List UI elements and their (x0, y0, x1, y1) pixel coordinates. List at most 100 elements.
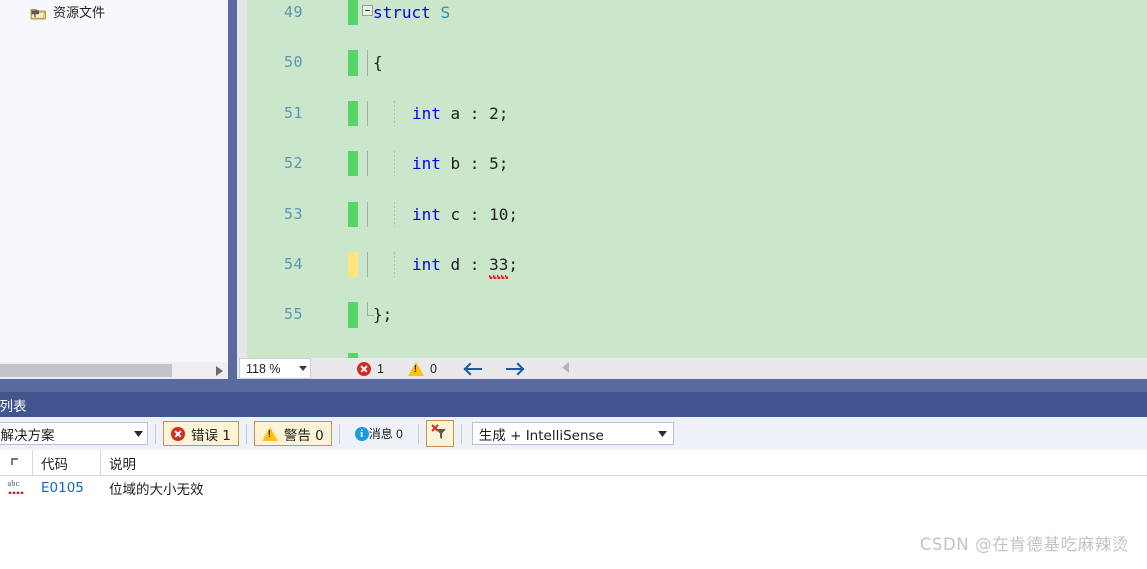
solution-explorer-panel: 资源文件 (0, 0, 228, 362)
error-list-toolbar: 个解决方案 错误 1 警告 0 消息 0 (0, 417, 1147, 450)
column-header-description[interactable]: 说明 (101, 450, 861, 475)
tree-node-label: 资源文件 (53, 6, 106, 21)
editor-indicator-margin (237, 0, 247, 358)
block-guide-line (367, 100, 368, 126)
toolbar-separator (155, 423, 156, 444)
toolbar-separator (460, 423, 462, 444)
error-circle-icon (357, 361, 371, 376)
code-text: int c : 10; (412, 204, 518, 224)
error-count-value: 1 (377, 361, 384, 376)
panel-splitter[interactable] (228, 0, 237, 379)
status-error-count[interactable]: 1 (357, 361, 384, 376)
code-editor[interactable]: 49 struct S 50 { 51 int a : 2; 52 int b … (247, 0, 1147, 358)
error-list-panel: 误列表 个解决方案 错误 1 警告 0 消息 0 (0, 392, 1147, 521)
code-text: }; (373, 305, 393, 325)
code-line[interactable]: 50 { (247, 50, 1147, 76)
code-line[interactable]: 55 }; (247, 302, 1147, 328)
code-line[interactable]: 54 int d : 33; (247, 251, 1147, 280)
change-bar (348, 100, 358, 126)
info-circle-icon (354, 426, 369, 441)
indent-guide-line (394, 201, 395, 227)
intellisense-squiggle-icon: abc (7, 479, 27, 496)
sort-marker-icon (11, 457, 18, 465)
indent-guide-line (394, 251, 395, 278)
clear-filter-button[interactable] (425, 420, 454, 447)
clear-filter-icon (431, 423, 448, 444)
block-guide-line (367, 251, 368, 278)
block-guide-line (367, 302, 368, 317)
change-bar (348, 151, 358, 177)
toggle-messages-label: 消息 0 (368, 427, 403, 441)
toggle-errors-label: 错误 1 (191, 427, 231, 444)
line-number: 51 (283, 103, 303, 122)
navigate-backward-button[interactable] (461, 361, 483, 377)
indent-guide-line (394, 151, 395, 177)
scope-filter-value: 个解决方案 (0, 427, 55, 444)
change-bar (348, 201, 358, 227)
code-line[interactable]: 52 int b : 5; (247, 151, 1147, 177)
row-code[interactable]: E0105 (33, 475, 101, 500)
toolbar-separator (417, 423, 419, 444)
zoom-level-value: 118 % (246, 361, 281, 376)
build-filter-dropdown[interactable]: 生成 + IntelliSense (471, 422, 674, 445)
column-header-code[interactable]: 代码 (33, 450, 101, 475)
chevron-down-icon[interactable] (296, 366, 310, 371)
column-header-marker[interactable] (0, 450, 33, 475)
panel-title-text: 误列表 (0, 398, 27, 415)
triangle-left-icon[interactable] (561, 361, 570, 376)
error-list-title-bar: 误列表 (0, 392, 1147, 417)
solution-tree: 资源文件 (0, 0, 228, 25)
warning-triangle-icon (261, 426, 278, 441)
error-table-header: 代码 说明 (0, 450, 1147, 476)
triangle-right-icon[interactable] (211, 362, 228, 379)
chevron-down-icon[interactable] (653, 430, 673, 437)
code-text: int d : 33; (412, 252, 518, 280)
line-number: 50 (283, 53, 303, 72)
line-number: 55 (283, 305, 303, 324)
toggle-messages-button[interactable]: 消息 0 (347, 421, 411, 446)
block-guide-line (367, 201, 368, 227)
tree-node-resource-files[interactable]: 资源文件 (0, 3, 228, 25)
warning-triangle-icon (407, 361, 424, 376)
zoom-level-selector[interactable]: 118 % (239, 358, 311, 379)
code-text: int b : 5; (412, 154, 509, 174)
scope-filter-dropdown[interactable]: 个解决方案 (0, 422, 148, 445)
scrollbar-thumb[interactable] (0, 364, 172, 377)
code-text: int a : 2; (412, 103, 509, 123)
change-bar (348, 50, 358, 76)
toolbar-separator (245, 423, 247, 444)
code-line[interactable]: 51 int a : 2; (247, 100, 1147, 126)
toolbar-separator (338, 423, 340, 444)
toggle-errors-button[interactable]: 错误 1 (163, 421, 239, 446)
row-description: 位域的大小无效 (109, 481, 204, 498)
code-lines-container: 49 struct S 50 { 51 int a : 2; 52 int b … (247, 0, 1147, 358)
folder-filter-icon (30, 6, 47, 22)
change-bar (348, 251, 358, 278)
row-severity-icon: abc (0, 475, 33, 500)
table-row[interactable]: abc E0105 位域的大小无效 (0, 475, 1147, 500)
error-circle-icon (171, 426, 185, 441)
build-filter-value: 生成 + IntelliSense (478, 427, 604, 444)
fold-toggle-icon[interactable] (362, 5, 373, 16)
status-warning-count[interactable]: 0 (407, 361, 437, 376)
change-bar (348, 302, 358, 328)
line-number: 54 (283, 254, 303, 273)
line-number: 52 (283, 154, 303, 173)
change-bar (348, 0, 358, 26)
code-text: { (373, 53, 383, 73)
warning-count-value: 0 (429, 361, 437, 376)
navigate-forward-button[interactable] (505, 361, 527, 377)
code-line[interactable]: 49 struct S (247, 0, 1147, 26)
solution-explorer-horizontal-scrollbar[interactable] (0, 362, 228, 379)
toggle-warnings-label: 警告 0 (283, 427, 324, 444)
block-guide-line (367, 151, 368, 177)
panel-top-splitter[interactable] (0, 379, 1147, 392)
watermark-text: CSDN @在肯德基吃麻辣烫 (919, 535, 1129, 554)
code-line[interactable]: 53 int c : 10; (247, 201, 1147, 227)
error-squiggle: 33 (489, 252, 509, 280)
toggle-warnings-button[interactable]: 警告 0 (253, 421, 332, 446)
chevron-down-icon[interactable] (129, 430, 147, 437)
line-number: 49 (283, 3, 303, 21)
code-text: struct S (373, 3, 451, 22)
block-guide-line (367, 50, 368, 76)
